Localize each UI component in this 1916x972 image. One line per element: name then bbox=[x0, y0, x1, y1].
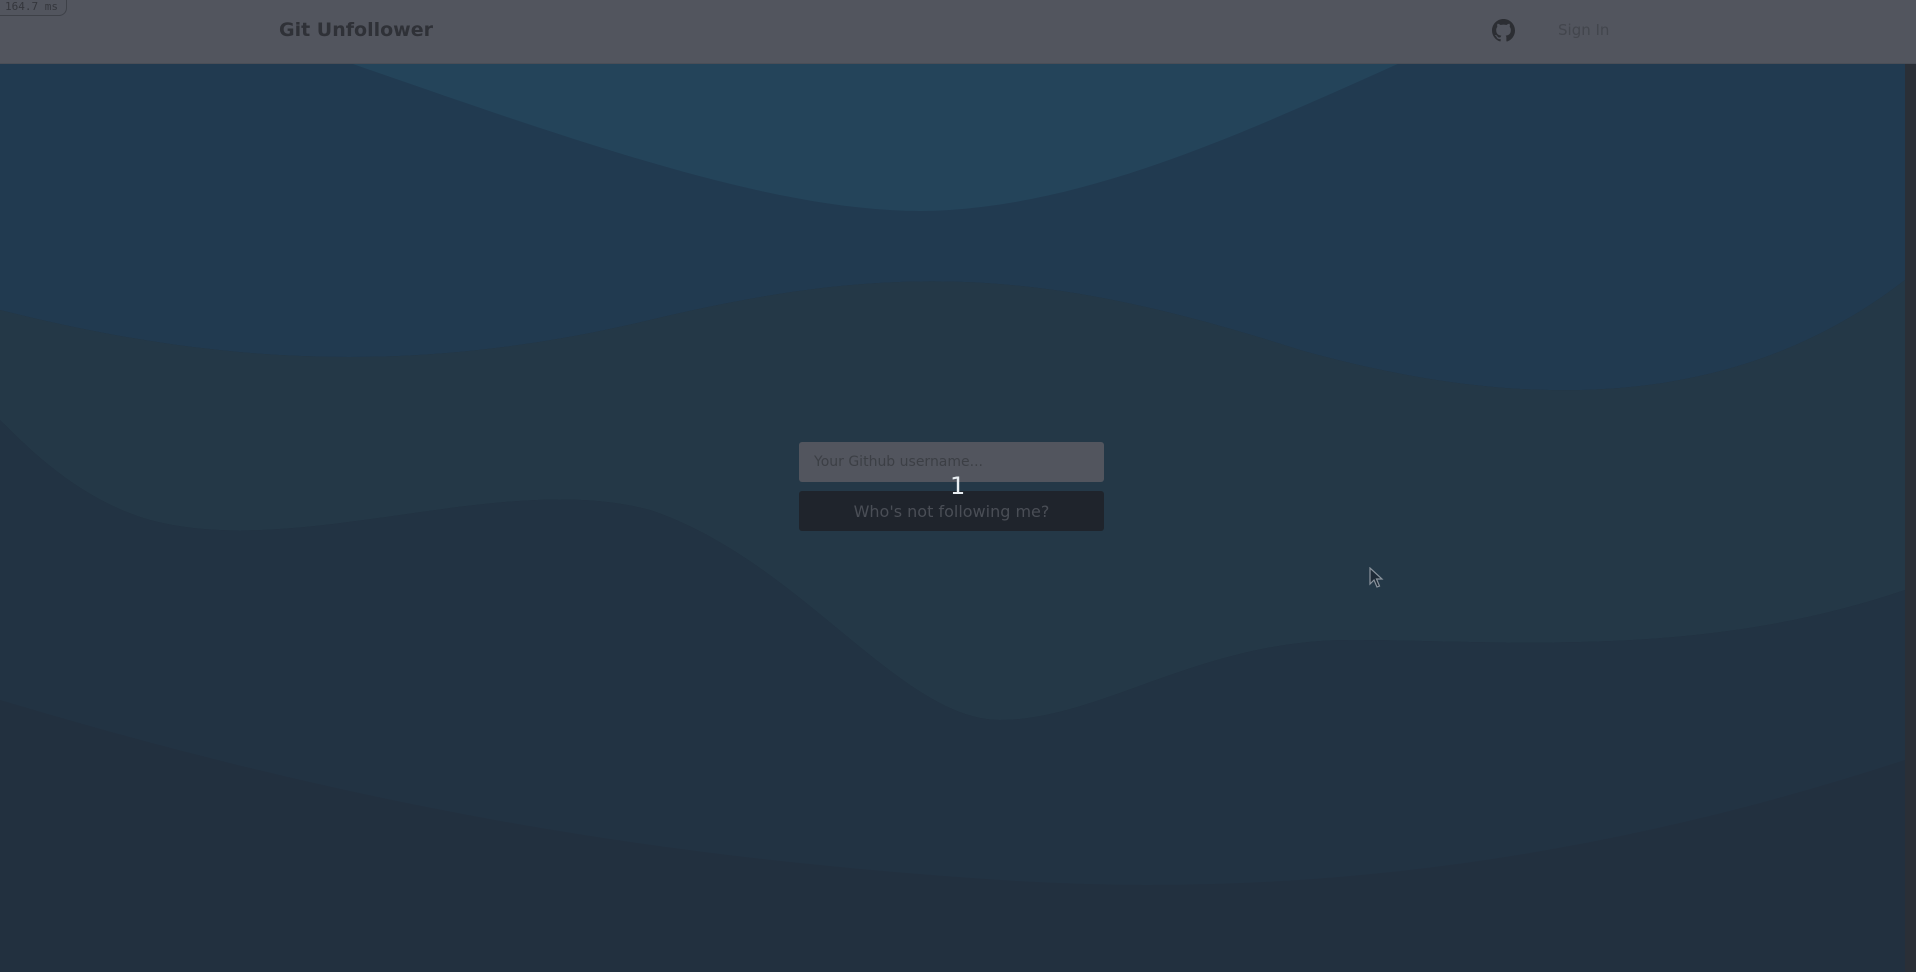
app-title[interactable]: Git Unfollower bbox=[279, 19, 433, 41]
mouse-cursor-icon bbox=[1369, 567, 1384, 588]
scrollbar[interactable] bbox=[1905, 63, 1916, 972]
top-navbar: Git Unfollower Sign In bbox=[0, 0, 1916, 64]
annotation-marker: 1 bbox=[950, 472, 966, 500]
sign-in-button[interactable]: Sign In bbox=[1558, 21, 1609, 39]
github-icon[interactable] bbox=[1492, 19, 1515, 42]
render-timer: 164.7 ms bbox=[0, 0, 67, 16]
